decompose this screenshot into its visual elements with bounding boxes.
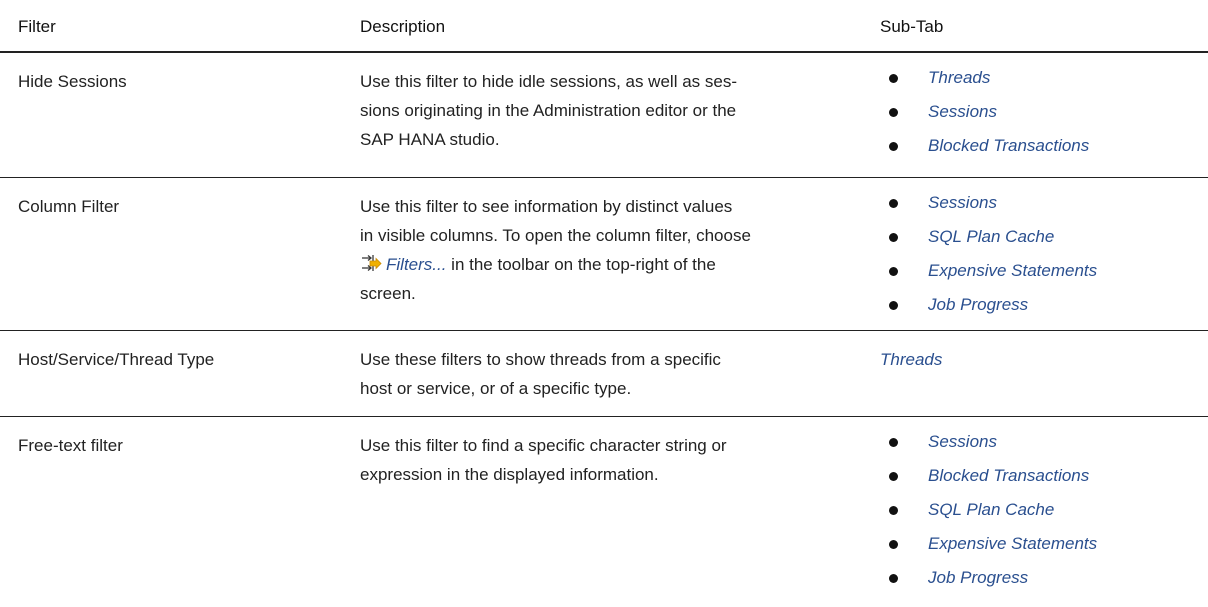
table-row: Host/Service/Thread Type Use these filte…: [0, 331, 1208, 417]
subtab-label: Sessions: [928, 432, 997, 451]
bullet-icon: [889, 199, 898, 208]
subtab-list: Threads Sessions Blocked Transactions: [868, 53, 1208, 177]
subtab-link-expensive-statements[interactable]: Expensive Statements: [880, 527, 1208, 561]
description-line: Use these filters to show threads from a…: [360, 350, 721, 369]
subtab-link-sessions[interactable]: Sessions: [880, 425, 1208, 459]
filter-name: Column Filter: [18, 197, 120, 216]
filters-link[interactable]: Filters...: [386, 255, 446, 274]
bullet-icon: [889, 472, 898, 481]
header-description: Description: [360, 17, 446, 36]
table-row: Hide Sessions Use this filter to hide id…: [0, 53, 1208, 178]
bullet-icon: [889, 233, 898, 242]
bullet-icon: [889, 438, 898, 447]
subtab-label: Sessions: [928, 102, 997, 121]
bullet-icon: [889, 108, 898, 117]
table-header-row: Filter Description Sub-Tab: [0, 0, 1208, 53]
subtab-label: Threads: [928, 68, 991, 87]
subtab-cell: Threads: [868, 331, 1208, 416]
description-line: expression in the displayed information.: [360, 465, 659, 484]
filter-description: Use this filter to see information by di…: [360, 178, 868, 330]
bullet-icon: [889, 540, 898, 549]
bullet-icon: [889, 301, 898, 310]
description-line: SAP HANA studio.: [360, 130, 500, 149]
subtab-label: Job Progress: [928, 568, 1029, 587]
description-line-with-icon: Filters... in the toolbar on the top-rig…: [360, 250, 832, 279]
subtab-label: Blocked Transactions: [928, 136, 1090, 155]
subtab-label: SQL Plan Cache: [928, 500, 1055, 519]
subtab-link-job-progress[interactable]: Job Progress: [880, 561, 1208, 595]
description-line: screen.: [360, 284, 416, 303]
description-line: Use this filter to find a specific chara…: [360, 436, 727, 455]
subtab-link-sessions[interactable]: Sessions: [880, 95, 1208, 129]
subtab-link-blocked-transactions[interactable]: Blocked Transactions: [880, 129, 1208, 163]
description-line: host or service, or of a specific type.: [360, 379, 632, 398]
subtab-link-threads[interactable]: Threads: [880, 61, 1208, 95]
table-row: Column Filter Use this filter to see inf…: [0, 178, 1208, 331]
description-line: sions originating in the Administration …: [360, 101, 737, 120]
bullet-icon: [889, 142, 898, 151]
subtab-label: Blocked Transactions: [928, 466, 1090, 485]
subtab-link-threads[interactable]: Threads: [880, 345, 1208, 374]
subtab-link-expensive-statements[interactable]: Expensive Statements: [880, 254, 1208, 288]
subtab-link-job-progress[interactable]: Job Progress: [880, 288, 1208, 322]
table-row: Free-text filter Use this filter to find…: [0, 417, 1208, 607]
description-text: in the toolbar on the top-right of the: [446, 255, 716, 274]
subtab-label: Job Progress: [928, 295, 1029, 314]
filters-icon: [362, 255, 382, 271]
subtab-link-blocked-transactions[interactable]: Blocked Transactions: [880, 459, 1208, 493]
subtab-label: Expensive Statements: [928, 261, 1098, 280]
description-line: Use this filter to see information by di…: [360, 197, 733, 216]
filter-name: Hide Sessions: [18, 72, 127, 91]
subtab-label: Sessions: [928, 193, 997, 212]
bullet-icon: [889, 574, 898, 583]
bullet-icon: [889, 506, 898, 515]
subtab-link-sql-plan-cache[interactable]: SQL Plan Cache: [880, 220, 1208, 254]
subtab-list: Sessions Blocked Transactions SQL Plan C…: [868, 417, 1208, 607]
subtab-label: SQL Plan Cache: [928, 227, 1055, 246]
filter-name: Host/Service/Thread Type: [18, 350, 215, 369]
description-line: Use this filter to hide idle sessions, a…: [360, 72, 737, 91]
description-line: in visible columns. To open the column f…: [360, 226, 751, 245]
filter-description: Use these filters to show threads from a…: [360, 331, 868, 416]
filter-name: Free-text filter: [18, 436, 123, 455]
filter-description: Use this filter to hide idle sessions, a…: [360, 53, 868, 177]
bullet-icon: [889, 74, 898, 83]
subtab-list: Sessions SQL Plan Cache Expensive Statem…: [868, 178, 1208, 330]
subtab-link-sessions[interactable]: Sessions: [880, 186, 1208, 220]
subtab-label: Expensive Statements: [928, 534, 1098, 553]
subtab-link-sql-plan-cache[interactable]: SQL Plan Cache: [880, 493, 1208, 527]
header-subtab: Sub-Tab: [880, 17, 944, 36]
header-filter: Filter: [18, 17, 56, 36]
bullet-icon: [889, 267, 898, 276]
filter-table: Filter Description Sub-Tab Hide Sessions…: [0, 0, 1208, 607]
filter-description: Use this filter to find a specific chara…: [360, 417, 868, 607]
